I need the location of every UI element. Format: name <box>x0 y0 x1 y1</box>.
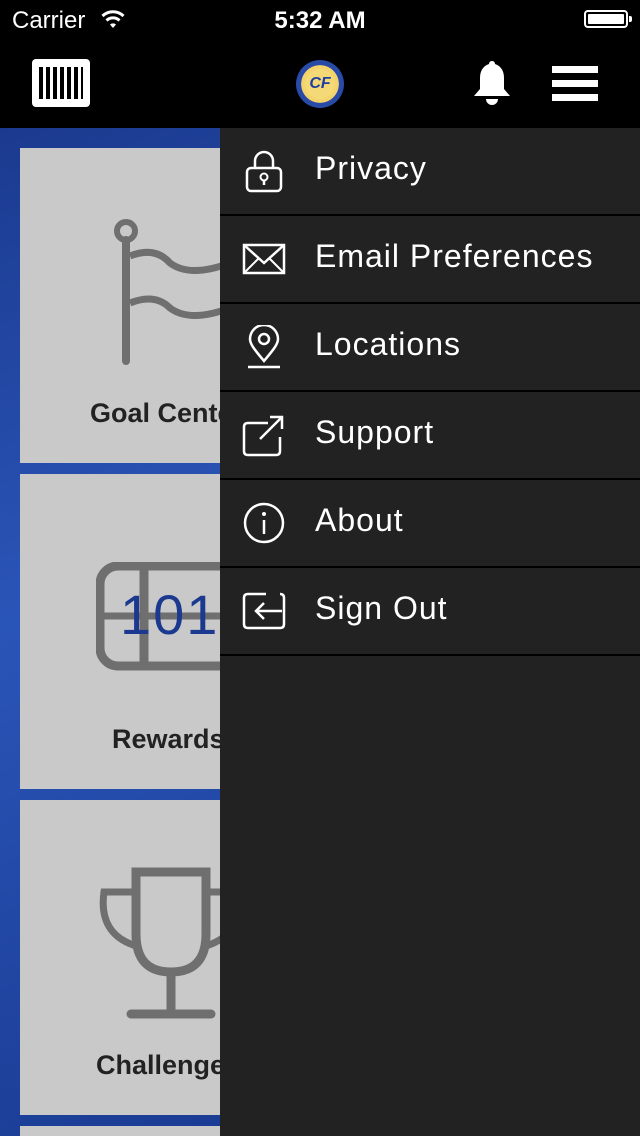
menu-item-label: Privacy <box>315 150 427 186</box>
logo-text: CF <box>305 69 335 99</box>
external-link-icon <box>242 415 284 457</box>
hamburger-menu-button[interactable] <box>552 64 600 104</box>
menu-item-privacy[interactable]: Privacy <box>220 128 640 216</box>
menu-item-label: Email Preferences <box>315 238 594 274</box>
menu-item-email-preferences[interactable]: Email Preferences <box>220 216 640 304</box>
menu-item-locations[interactable]: Locations <box>220 304 640 392</box>
menu-item-label: Sign Out <box>315 590 448 626</box>
side-menu: Privacy Email Preferences Locations Supp… <box>220 128 640 1136</box>
location-pin-icon <box>248 325 280 369</box>
battery-icon <box>584 10 632 28</box>
barcode-icon <box>39 67 83 99</box>
menu-item-about[interactable]: About <box>220 480 640 568</box>
menu-item-label: Locations <box>315 326 461 362</box>
menu-item-label: About <box>315 502 404 538</box>
notifications-button[interactable] <box>470 58 516 108</box>
lock-icon <box>245 150 283 193</box>
barcode-button[interactable] <box>32 59 90 107</box>
menu-item-sign-out[interactable]: Sign Out <box>220 568 640 656</box>
hamburger-icon-bar <box>552 94 598 101</box>
club-logo: CF <box>296 60 344 108</box>
hamburger-icon-bar <box>552 66 598 73</box>
envelope-icon <box>242 243 286 275</box>
status-time: 5:32 AM <box>274 7 366 34</box>
menu-item-support[interactable]: Support <box>220 392 640 480</box>
menu-item-label: Support <box>315 414 435 450</box>
hamburger-icon-bar <box>552 80 598 87</box>
nav-bar: CF <box>0 40 640 128</box>
bell-icon <box>474 61 510 105</box>
sign-out-icon <box>242 592 286 630</box>
status-bar: Carrier 5:32 AM <box>0 0 640 40</box>
rewards-points: 101 <box>120 583 220 646</box>
info-icon <box>243 502 285 544</box>
